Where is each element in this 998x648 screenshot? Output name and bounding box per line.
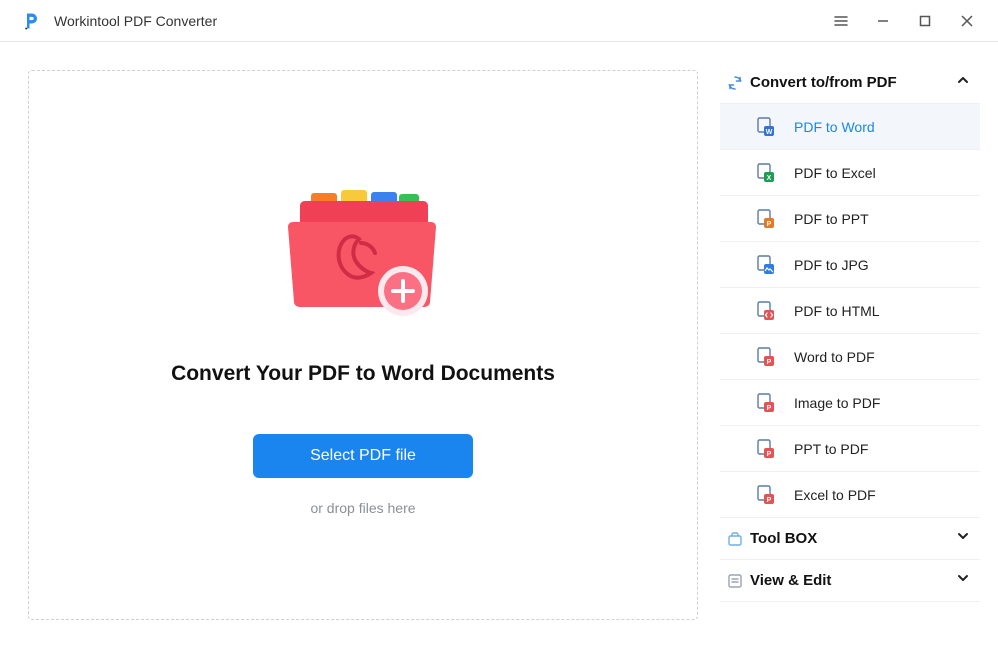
sidebar-section-view-edit[interactable]: View & Edit <box>720 560 980 602</box>
sidebar-item-word-to-pdf[interactable]: P Word to PDF <box>720 334 980 380</box>
sidebar-item-label: PPT to PDF <box>794 441 868 457</box>
sidebar-item-excel-to-pdf[interactable]: P Excel to PDF <box>720 472 980 518</box>
title-bar: Workintool PDF Converter <box>0 0 998 42</box>
sidebar-item-label: PDF to PPT <box>794 211 869 227</box>
window-controls <box>824 4 984 38</box>
to-pdf-icon: P <box>756 393 794 413</box>
sidebar-item-pdf-to-ppt[interactable]: P PDF to PPT <box>720 196 980 242</box>
sidebar: Convert to/from PDF W PDF to Word X PDF … <box>720 42 998 648</box>
toolbox-icon <box>720 531 750 547</box>
sidebar-item-label: PDF to HTML <box>794 303 880 319</box>
svg-text:P: P <box>767 221 772 228</box>
pdf-folder-illustration <box>283 187 443 332</box>
sidebar-item-label: PDF to Excel <box>794 165 876 181</box>
sidebar-item-ppt-to-pdf[interactable]: P PPT to PDF <box>720 426 980 472</box>
svg-text:P: P <box>767 405 772 412</box>
svg-text:P: P <box>767 451 772 458</box>
sidebar-section-label: Convert to/from PDF <box>750 74 956 91</box>
sidebar-item-pdf-to-excel[interactable]: X PDF to Excel <box>720 150 980 196</box>
sidebar-item-label: Word to PDF <box>794 349 875 365</box>
sidebar-item-pdf-to-html[interactable]: PDF to HTML <box>720 288 980 334</box>
to-pdf-icon: P <box>756 439 794 459</box>
convert-cycle-icon <box>720 75 750 91</box>
svg-text:P: P <box>767 497 772 504</box>
sidebar-section-convert[interactable]: Convert to/from PDF <box>720 62 980 104</box>
chevron-down-icon <box>956 529 970 548</box>
content: Convert Your PDF to Word Documents Selec… <box>0 42 998 648</box>
close-button[interactable] <box>950 4 984 38</box>
minimize-button[interactable] <box>866 4 900 38</box>
sidebar-section-label: Tool BOX <box>750 530 956 547</box>
drop-zone[interactable]: Convert Your PDF to Word Documents Selec… <box>28 70 698 620</box>
sidebar-convert-items: W PDF to Word X PDF to Excel P PDF to PP… <box>720 104 980 518</box>
sidebar-item-label: PDF to JPG <box>794 257 869 273</box>
jpg-badge-icon <box>756 255 794 275</box>
svg-text:P: P <box>767 359 772 366</box>
app-title: Workintool PDF Converter <box>54 13 217 29</box>
sidebar-item-label: Image to PDF <box>794 395 880 411</box>
svg-text:W: W <box>766 129 773 136</box>
main-area: Convert Your PDF to Word Documents Selec… <box>0 42 720 648</box>
title-left: Workintool PDF Converter <box>22 11 217 31</box>
app-logo-icon <box>22 11 42 31</box>
ppt-badge-icon: P <box>756 209 794 229</box>
excel-badge-icon: X <box>756 163 794 183</box>
sidebar-item-label: PDF to Word <box>794 119 875 135</box>
maximize-button[interactable] <box>908 4 942 38</box>
word-badge-icon: W <box>756 117 794 137</box>
chevron-up-icon <box>956 73 970 92</box>
to-pdf-icon: P <box>756 485 794 505</box>
sidebar-section-toolbox[interactable]: Tool BOX <box>720 518 980 560</box>
select-pdf-button[interactable]: Select PDF file <box>253 434 473 478</box>
sidebar-item-image-to-pdf[interactable]: P Image to PDF <box>720 380 980 426</box>
main-heading: Convert Your PDF to Word Documents <box>171 362 555 386</box>
sidebar-section-label: View & Edit <box>750 572 956 589</box>
sidebar-item-pdf-to-word[interactable]: W PDF to Word <box>720 104 980 150</box>
html-badge-icon <box>756 301 794 321</box>
drop-hint: or drop files here <box>310 500 415 516</box>
svg-text:X: X <box>767 175 772 182</box>
menu-button[interactable] <box>824 4 858 38</box>
view-edit-icon <box>720 573 750 589</box>
sidebar-item-label: Excel to PDF <box>794 487 876 503</box>
to-pdf-icon: P <box>756 347 794 367</box>
chevron-down-icon <box>956 571 970 590</box>
sidebar-item-pdf-to-jpg[interactable]: PDF to JPG <box>720 242 980 288</box>
